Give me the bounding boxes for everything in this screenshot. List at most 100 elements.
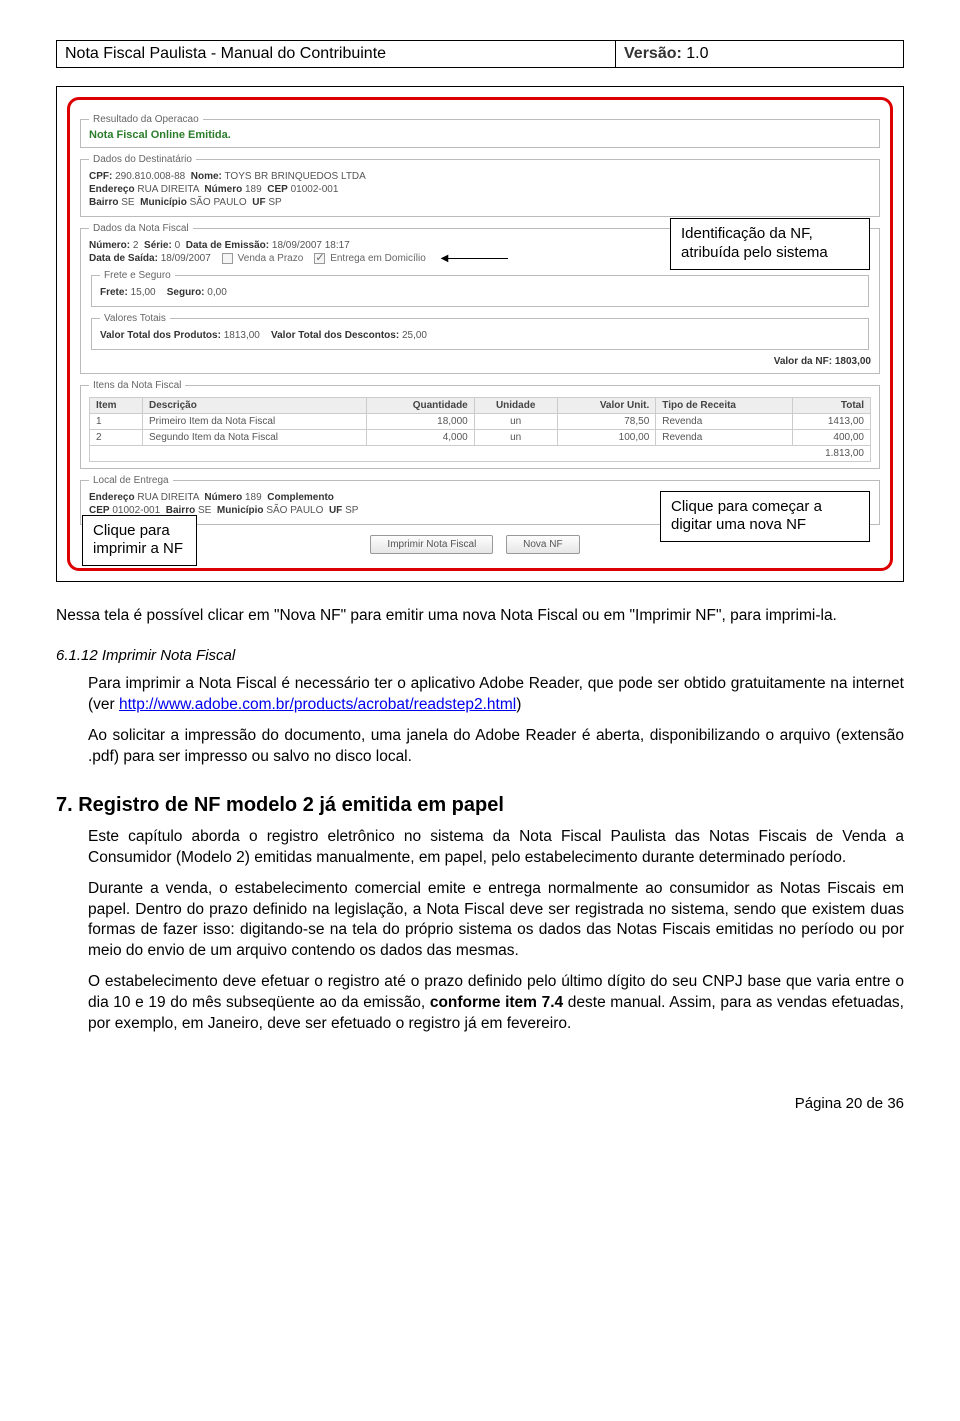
cell-tot: 1413,00	[793, 414, 871, 430]
dest-bairro-label: Bairro	[89, 197, 118, 208]
callout-id-nf: Identificação da NF, atribuída pelo sist…	[670, 218, 870, 270]
local-end-value: RUA DIREITA	[137, 492, 199, 503]
cell-tipo: Revenda	[656, 430, 793, 446]
nf-screen: Resultado da Operacao Nota Fiscal Online…	[67, 97, 893, 571]
local-mun-value: SÃO PAULO	[266, 505, 323, 516]
para-3: Ao solicitar a impressão do documento, u…	[88, 726, 904, 768]
nf-saida-label: Data de Saída:	[89, 253, 158, 264]
dest-nome-label: Nome:	[191, 171, 222, 182]
callout-click-print: Clique para imprimir a NF	[82, 515, 197, 567]
resultado-legend: Resultado da Operacao	[89, 114, 203, 125]
dest-cep-value: 01002-001	[291, 184, 339, 195]
entrega-dom-checkbox[interactable]	[314, 253, 325, 264]
nf-legend: Dados da Nota Fiscal	[89, 223, 193, 234]
frete-group: Frete e Seguro Frete: 15,00 Seguro: 0,00	[91, 270, 869, 307]
frete-legend: Frete e Seguro	[100, 270, 175, 281]
nf-numero-value: 2	[133, 240, 139, 251]
arrow-left-icon	[441, 253, 449, 264]
cell-desc: Segundo Item da Nota Fiscal	[143, 430, 367, 446]
dest-bairro-value: SE	[121, 197, 134, 208]
header-title: Nota Fiscal Paulista - Manual do Contrib…	[57, 41, 616, 68]
valor-prod-value: 1813,00	[224, 330, 260, 341]
imprimir-nf-button[interactable]: Imprimir Nota Fiscal	[370, 535, 493, 554]
local-num-value: 189	[245, 492, 262, 503]
col-item: Item	[90, 398, 143, 414]
cell-un: un	[474, 414, 557, 430]
dest-uf-value: SP	[268, 197, 281, 208]
venda-prazo-checkbox[interactable]	[222, 253, 233, 264]
seguro-value: 0,00	[207, 287, 226, 298]
local-comp-label: Complemento	[267, 492, 334, 503]
version-value: 1.0	[686, 45, 708, 62]
venda-prazo-label: Venda a Prazo	[238, 253, 304, 264]
dest-end-value: RUA DIREITA	[137, 184, 199, 195]
nf-serie-value: 0	[175, 240, 181, 251]
col-tipo: Tipo de Receita	[656, 398, 793, 414]
cell-tipo: Revenda	[656, 414, 793, 430]
valor-desc-value: 25,00	[402, 330, 427, 341]
valor-desc-label: Valor Total dos Descontos:	[271, 330, 399, 341]
col-unid: Unidade	[474, 398, 557, 414]
resultado-group: Resultado da Operacao Nota Fiscal Online…	[80, 114, 880, 148]
dest-mun-value: SÃO PAULO	[190, 197, 247, 208]
frete-value: 15,00	[131, 287, 156, 298]
para-2b: )	[516, 696, 521, 713]
cell-vu: 78,50	[557, 414, 656, 430]
valor-nf-label: Valor da NF:	[774, 356, 832, 367]
itens-group: Itens da Nota Fiscal Item Descrição Quan…	[80, 380, 880, 469]
dest-nome-value: TOYS BR BRINQUEDOS LTDA	[225, 171, 366, 182]
nova-nf-button[interactable]: Nova NF	[506, 535, 579, 554]
local-end-label: Endereço	[89, 492, 135, 503]
para-4: Este capítulo aborda o registro eletrôni…	[88, 827, 904, 869]
itens-legend: Itens da Nota Fiscal	[89, 380, 185, 391]
para-6-bold: conforme item 7.4	[430, 994, 563, 1011]
adobe-link[interactable]: http://www.adobe.com.br/products/acrobat…	[119, 696, 516, 713]
dest-uf-label: UF	[252, 197, 265, 208]
seguro-label: Seguro:	[167, 287, 205, 298]
cell-qtd: 18,000	[367, 414, 474, 430]
table-total-row: 1.813,00	[90, 446, 871, 462]
version-label: Versão:	[624, 45, 682, 62]
items-table: Item Descrição Quantidade Unidade Valor …	[89, 397, 871, 462]
para-2: Para imprimir a Nota Fiscal é necessário…	[88, 674, 904, 716]
entrega-dom-label: Entrega em Domicílio	[330, 253, 426, 264]
cell-n: 1	[90, 414, 143, 430]
valores-legend: Valores Totais	[100, 313, 170, 324]
para-1: Nessa tela é possível clicar em "Nova NF…	[56, 606, 904, 627]
destinatario-group: Dados do Destinatário CPF: 290.810.008-8…	[80, 154, 880, 217]
items-total: 1.813,00	[90, 446, 871, 462]
col-vunit: Valor Unit.	[557, 398, 656, 414]
nf-emissao-label: Data de Emissão:	[186, 240, 269, 251]
nf-numero-label: Número:	[89, 240, 130, 251]
resultado-text: Nota Fiscal Online Emitida.	[89, 129, 871, 141]
nf-serie-label: Série:	[144, 240, 172, 251]
valor-prod-label: Valor Total dos Produtos:	[100, 330, 221, 341]
dest-num-value: 189	[245, 184, 262, 195]
dest-end-label: Endereço	[89, 184, 135, 195]
dest-cep-label: CEP	[267, 184, 288, 195]
local-legend: Local de Entrega	[89, 475, 173, 486]
cell-desc: Primeiro Item da Nota Fiscal	[143, 414, 367, 430]
nf-emissao-value: 18/09/2007 18:17	[272, 240, 350, 251]
local-mun-label: Município	[217, 505, 264, 516]
cell-vu: 100,00	[557, 430, 656, 446]
valor-nf-value: 1803,00	[835, 356, 871, 367]
header-version: Versão: 1.0	[616, 41, 904, 68]
screenshot-figure: Resultado da Operacao Nota Fiscal Online…	[56, 86, 904, 582]
col-qtd: Quantidade	[367, 398, 474, 414]
arrow-line	[448, 258, 508, 259]
local-uf-value: SP	[345, 505, 358, 516]
col-desc: Descrição	[143, 398, 367, 414]
dest-cpf-value: 290.810.008-88	[115, 171, 185, 182]
page-header: Nota Fiscal Paulista - Manual do Contrib…	[56, 40, 904, 68]
table-row: 1 Primeiro Item da Nota Fiscal 18,000 un…	[90, 414, 871, 430]
dest-cpf-label: CPF:	[89, 171, 112, 182]
valores-group: Valores Totais Valor Total dos Produtos:…	[91, 313, 869, 350]
para-6: O estabelecimento deve efetuar o registr…	[88, 972, 904, 1035]
table-row: 2 Segundo Item da Nota Fiscal 4,000 un 1…	[90, 430, 871, 446]
page-footer: Página 20 de 36	[56, 1095, 904, 1112]
local-bairro-value: SE	[198, 505, 211, 516]
col-total: Total	[793, 398, 871, 414]
para-5: Durante a venda, o estabelecimento comer…	[88, 879, 904, 963]
callout-click-new: Clique para começar a digitar uma nova N…	[660, 491, 870, 543]
